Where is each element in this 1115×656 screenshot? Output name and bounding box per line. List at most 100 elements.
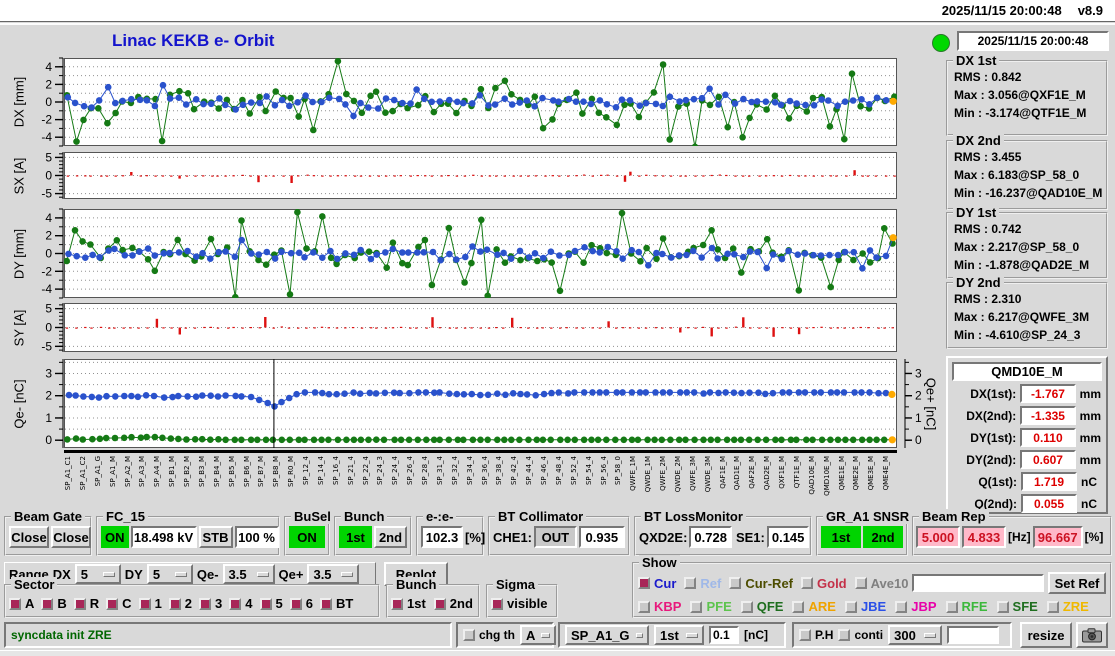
beam-rep-percent-unit: [%] [1084, 530, 1104, 544]
stats-dx-2nd: DX 2nd RMS : 3.455 Max : 6.183@SP_58_0 M… [946, 133, 1108, 210]
xaxis-label: SP_32_4 [450, 456, 459, 486]
group-title: BuSel [291, 509, 334, 524]
sector-checkbox[interactable]: 2 [168, 596, 192, 611]
checkbox-indicator [838, 629, 851, 641]
min-label: Min : [954, 106, 982, 120]
sector-checkbox[interactable]: B [41, 596, 67, 611]
show-beamline-checkbox[interactable]: RFE [945, 599, 988, 614]
show-layer-checkbox[interactable]: Cur [638, 576, 676, 591]
che1-out-state[interactable]: OUT [534, 526, 577, 548]
max-label: Max : [954, 168, 985, 182]
sector-checkbox[interactable]: 4 [229, 596, 253, 611]
sector-checkbox[interactable]: A [9, 596, 34, 611]
sector-checkbox[interactable]: 5 [259, 596, 283, 611]
group-title: Show [639, 555, 680, 570]
th-select[interactable]: A [520, 625, 556, 645]
beam-gate-group: Beam Gate Close Close [4, 509, 92, 556]
range-dx-select[interactable]: 5 [74, 564, 121, 584]
xaxis-label: SP_28_4 [421, 456, 429, 486]
sector-checkbox[interactable]: R [73, 596, 99, 611]
show-layer-checkbox[interactable]: Gold [801, 576, 847, 591]
checkbox-label: SFE [1012, 599, 1038, 614]
sector-checkbox[interactable]: 6 [289, 596, 313, 611]
dx-axis-ticks: -4 -2 0 2 4 [41, 57, 64, 147]
monitor-row-unit: mm [1079, 408, 1101, 423]
xaxis-label: SP_38_4 [495, 456, 504, 486]
bunch-checkbox[interactable]: 1st [391, 596, 426, 611]
svg-text:0: 0 [45, 321, 52, 335]
xaxis-label: SP_A1_G [93, 456, 102, 487]
checkbox-label: JBE [860, 599, 887, 614]
checkbox-indicator [9, 597, 21, 610]
svg-text:2: 2 [45, 389, 52, 403]
gr-snsr-2nd-button[interactable]: 2nd [863, 526, 903, 548]
show-layer-checkbox[interactable]: Ave10 [854, 576, 908, 591]
dy-plot-canvas[interactable] [64, 209, 897, 298]
show-beamline-checkbox[interactable]: JBP [895, 599, 937, 614]
show-beamline-checkbox[interactable]: PFE [690, 599, 732, 614]
sector-checkbox[interactable]: BT [319, 596, 353, 611]
bunch-1st-button[interactable]: 1st [339, 526, 372, 548]
checkbox-label: 1st [407, 596, 426, 611]
range-dy-select[interactable]: 5 [146, 564, 193, 584]
max-label: Max : [954, 310, 985, 324]
sy-plot-canvas[interactable] [64, 303, 897, 352]
se1-value: 0.145 [766, 526, 810, 548]
range-qem-select[interactable]: 3.5 [222, 564, 275, 584]
show-beamline-checkbox[interactable]: ZRE [1046, 599, 1089, 614]
xaxis-dense-bar [64, 450, 897, 453]
xaxis-label: SP_A1_C1 [64, 456, 72, 491]
range-qep-select[interactable]: 3.5 [307, 564, 360, 584]
fc15-on-button[interactable]: ON [101, 526, 129, 548]
set-ref-button[interactable]: Set Ref [1048, 572, 1106, 594]
sx-plot-canvas[interactable] [64, 152, 897, 199]
xaxis-label: SP_A4_M [153, 456, 162, 487]
extra-input[interactable] [947, 626, 1000, 644]
bunch-filter-group: Bunch 1st 2nd [386, 577, 480, 618]
show-beamline-checkbox[interactable]: JBE [844, 599, 887, 614]
gr-snsr-1st-button[interactable]: 1st [821, 526, 861, 548]
ph-checkbox[interactable]: P.H [799, 628, 833, 642]
bunch-checkbox[interactable]: 2nd [433, 596, 473, 611]
sector-checkbox[interactable]: C [106, 596, 132, 611]
range-bar: Range DX 5 DY 5 Qe- 3.5 Qe+ 3.5 [4, 562, 376, 586]
checkbox-indicator [168, 597, 181, 610]
max-label: Max : [954, 88, 985, 102]
sector-checkbox[interactable]: 1 [138, 596, 162, 611]
svg-text:-2: -2 [41, 113, 52, 127]
screenshot-button[interactable] [1076, 622, 1108, 648]
beam-gate-close-1-button[interactable]: Close [9, 526, 49, 548]
threshold-input[interactable] [709, 626, 739, 644]
device-select[interactable]: SP_A1_G [565, 625, 649, 645]
conti-checkbox[interactable]: conti [838, 628, 883, 642]
svg-text:0: 0 [45, 169, 52, 183]
show-beamline-checkbox[interactable]: ARE [792, 599, 836, 614]
beam-gate-close-2-button[interactable]: Close [51, 526, 91, 548]
max-value: 6.217@QWFE_3M [988, 310, 1090, 324]
fc15-stb-button[interactable]: STB [198, 526, 233, 548]
resize-button[interactable]: resize [1020, 622, 1072, 648]
ref-name-input[interactable] [912, 574, 1044, 592]
show-beamline-checkbox[interactable]: SFE [996, 599, 1038, 614]
xaxis-label: SP_R0_M [287, 456, 296, 488]
show-layer-checkbox[interactable]: Ref [684, 576, 721, 591]
xaxis-label: SP_A1_M [108, 456, 117, 487]
dx-plot-canvas[interactable] [64, 58, 897, 146]
show-layer-checkbox[interactable]: Cur-Ref [729, 576, 793, 591]
checkbox-indicator [289, 597, 302, 610]
checkbox-label: 2nd [449, 596, 473, 611]
sigma-visible-checkbox[interactable]: visible [491, 596, 547, 611]
beam-rep-hz-unit: [Hz] [1008, 530, 1031, 544]
busel-on-button[interactable]: ON [289, 526, 325, 548]
monitor-row-value: 1.719 [1021, 472, 1077, 491]
checkbox-indicator [259, 597, 272, 610]
sector-checkbox[interactable]: 3 [199, 596, 222, 611]
show-beamline-checkbox[interactable]: QFE [740, 599, 783, 614]
bunch-select[interactable]: 1st [654, 625, 704, 645]
monitor-row: DY(1st): 0.110 mm [953, 428, 1101, 447]
show-beamline-checkbox[interactable]: KBP [638, 599, 681, 614]
points-select[interactable]: 300 [888, 625, 943, 645]
bunch-2nd-button[interactable]: 2nd [374, 526, 407, 548]
qe-plot-canvas[interactable] [64, 359, 897, 448]
chg-th-checkbox[interactable]: chg th [463, 628, 515, 642]
